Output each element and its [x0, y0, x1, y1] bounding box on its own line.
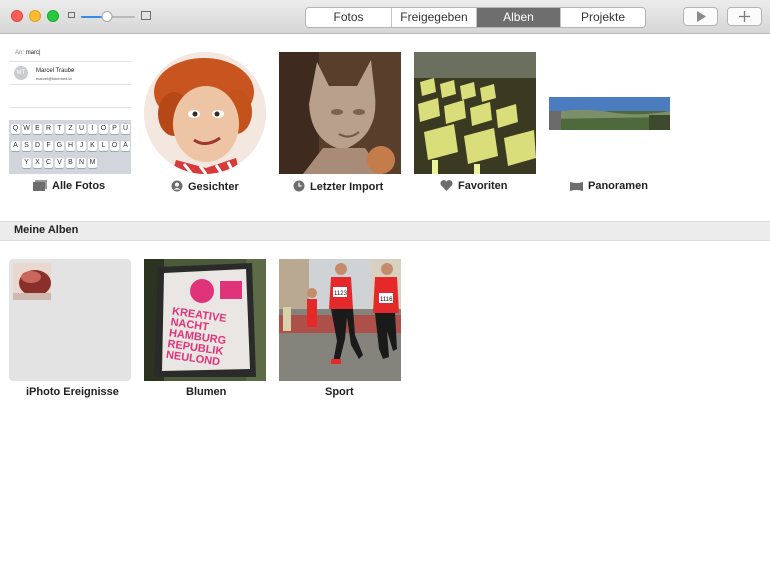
key-i: I	[88, 124, 97, 134]
tab-projekte[interactable]: Projekte	[561, 8, 645, 27]
tab-fotos[interactable]: Fotos	[306, 8, 392, 27]
event-key-photo	[13, 263, 51, 300]
album-label-iphoto-ereignisse[interactable]: iPhoto Ereignisse	[26, 386, 119, 398]
zoom-slider[interactable]	[81, 11, 135, 22]
tab-freigegeben[interactable]: Freigegeben	[392, 8, 477, 27]
key-g: G	[55, 141, 64, 151]
key-q: Q	[11, 124, 20, 134]
album-thumb-iphoto-ereignisse[interactable]	[9, 259, 131, 381]
contact-name: Marcel Traube	[36, 68, 75, 74]
poster-text: KREATIVENACHTHAMBURGREPUBLIKNEULOND	[165, 305, 230, 368]
slideshow-button[interactable]	[683, 7, 718, 26]
album-label-panoramen[interactable]: Panoramen	[570, 180, 648, 192]
key-t: T	[55, 124, 64, 134]
key-u: U	[77, 124, 86, 134]
toolbar: Fotos Freigegeben Alben Projekte	[0, 0, 770, 34]
clock-icon	[293, 180, 305, 192]
to-value: marc|	[25, 50, 41, 56]
key-s: S	[22, 141, 31, 151]
key-ü: Ü	[121, 124, 130, 134]
key-f: F	[44, 141, 53, 151]
section-header-meine-alben: Meine Alben	[0, 221, 770, 241]
add-button[interactable]	[727, 7, 762, 26]
large-thumbnail-icon	[141, 11, 151, 20]
key-h: H	[66, 141, 75, 151]
chairs-photo	[414, 52, 536, 174]
album-label-blumen[interactable]: Blumen	[186, 386, 226, 398]
section-title: Meine Alben	[14, 224, 79, 236]
key-l: L	[99, 141, 108, 151]
mail-to-label: An: marc|	[15, 50, 41, 56]
key-a: A	[11, 141, 20, 151]
bib-number-1: 1123	[334, 291, 348, 297]
heart-icon	[440, 180, 453, 191]
tab-alben[interactable]: Alben	[477, 8, 561, 27]
key-p: P	[110, 124, 119, 134]
album-thumb-sport[interactable]: 1123 1116	[279, 259, 401, 381]
minimize-button[interactable]	[29, 10, 41, 22]
album-name: Gesichter	[188, 181, 239, 193]
to-label: An:	[15, 50, 25, 56]
key-e: E	[33, 124, 42, 134]
face-icon	[171, 180, 183, 192]
small-thumbnail-icon	[68, 12, 75, 18]
play-icon	[696, 11, 706, 22]
key-b: B	[66, 158, 75, 168]
key-z: Z	[66, 124, 75, 134]
key-m: M	[88, 158, 97, 168]
album-name: Alle Fotos	[52, 180, 106, 192]
poster-photo: KREATIVENACHTHAMBURGREPUBLIKNEULOND	[144, 259, 266, 381]
avatar: MT	[14, 66, 28, 80]
keyboard: QWERTZUIOPÜ ASDFGHJKLÖÄ YXCVBNM	[9, 120, 131, 174]
bib-number-2: 1116	[380, 297, 393, 303]
face-photo	[144, 52, 266, 174]
panorama-photo	[549, 97, 670, 130]
contact-email: marcel@fokemed.ia	[36, 76, 72, 81]
album-name: Letzter Import	[310, 181, 384, 193]
album-thumb-panoramen[interactable]	[549, 97, 670, 130]
key-y: Y	[22, 158, 31, 168]
marathon-photo: 1123 1116	[279, 259, 401, 381]
key-ä: Ä	[121, 141, 130, 151]
zoom-slider-knob[interactable]	[101, 11, 113, 22]
key-k: K	[88, 141, 97, 151]
album-label-favoriten[interactable]: Favoriten	[440, 180, 508, 192]
key-r: R	[44, 124, 53, 134]
statue-photo	[279, 52, 401, 174]
album-thumb-favoriten[interactable]	[414, 52, 536, 174]
album-name: Favoriten	[458, 180, 508, 192]
key-d: D	[33, 141, 42, 151]
zoom-window-button[interactable]	[47, 10, 59, 22]
album-label-alle-fotos[interactable]: Alle Fotos	[33, 180, 105, 192]
key-j: J	[77, 141, 86, 151]
key-x: X	[33, 158, 42, 168]
panorama-icon	[570, 182, 583, 191]
key-v: V	[55, 158, 64, 168]
photos-window: Fotos Freigegeben Alben Projekte An: mar…	[0, 0, 770, 578]
photos-stack-icon	[33, 180, 47, 191]
album-label-sport[interactable]: Sport	[325, 386, 354, 398]
album-thumb-gesichter[interactable]	[144, 52, 266, 174]
album-thumb-blumen[interactable]: KREATIVENACHTHAMBURGREPUBLIKNEULOND	[144, 259, 266, 381]
key-n: N	[77, 158, 86, 168]
album-name: Panoramen	[588, 180, 648, 192]
album-thumb-alle-fotos[interactable]: An: marc| MT Marcel Traube marcel@fokeme…	[9, 44, 131, 174]
album-thumb-letzter-import[interactable]	[279, 52, 401, 174]
album-label-gesichter[interactable]: Gesichter	[171, 180, 239, 193]
key-w: W	[22, 124, 31, 134]
key-c: C	[44, 158, 53, 168]
close-button[interactable]	[11, 10, 23, 22]
key-o: O	[99, 124, 108, 134]
view-segmented-control: Fotos Freigegeben Alben Projekte	[305, 7, 646, 28]
album-label-letzter-import[interactable]: Letzter Import	[293, 180, 383, 193]
key-ö: Ö	[110, 141, 119, 151]
plus-icon	[739, 11, 750, 22]
